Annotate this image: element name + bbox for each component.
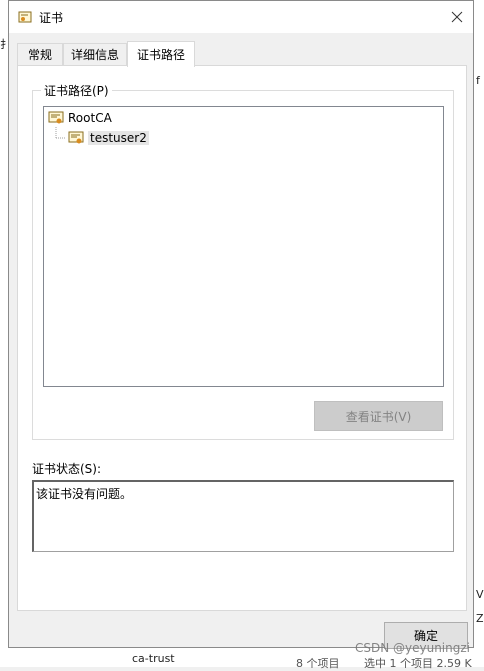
background-folder-label: ca-trust [132, 652, 175, 665]
certification-path-tree[interactable]: RootCA testuser2 [43, 106, 444, 387]
background-status-selected: 选中 1 个项目 2.59 K [364, 657, 472, 670]
close-button[interactable] [441, 1, 473, 33]
background-text: f [476, 74, 480, 87]
button-label: 查看证书(V) [345, 409, 412, 424]
tab-general[interactable]: 常规 [17, 43, 63, 65]
tree-node-label: testuser2 [88, 131, 149, 145]
background-window-right [474, 0, 484, 667]
tab-certification-path[interactable]: 证书路径 [127, 41, 195, 67]
certificate-status-textbox[interactable]: 该证书没有问题。 [32, 480, 454, 552]
background-text: Z [476, 612, 484, 625]
certificate-icon [48, 111, 64, 124]
tree-node-label: RootCA [68, 111, 112, 125]
certificate-dialog: 证书 常规 详细信息 证书路径 证书路径(P) RootCA testuser2… [8, 0, 474, 649]
background-window-left [0, 0, 8, 667]
certificate-icon [68, 131, 84, 144]
tab-panel: 证书路径(P) RootCA testuser2 查看证书(V) 证书状态(S)… [17, 65, 467, 611]
background-text: V [476, 588, 484, 601]
background-status-count: 8 个项目 [296, 657, 340, 670]
watermark: CSDN @yeyuningzi [354, 641, 470, 655]
close-icon [451, 11, 463, 23]
view-certificate-button[interactable]: 查看证书(V) [314, 401, 443, 431]
dialog-title: 证书 [39, 11, 64, 25]
tree-node-rootca[interactable]: RootCA [48, 109, 112, 127]
group-label: 证书路径(P) [41, 82, 112, 99]
certification-path-group: 证书路径(P) RootCA testuser2 查看证书(V) [32, 82, 454, 440]
tree-node-testuser2[interactable]: testuser2 [68, 129, 149, 147]
tab-label: 详细信息 [70, 48, 119, 62]
tab-label: 常规 [27, 48, 52, 62]
tab-label: 证书路径 [136, 48, 185, 62]
title-bar: 证书 [9, 1, 473, 33]
certificate-status-label: 证书状态(S): [32, 462, 102, 476]
certificate-status-text: 该证书没有问题。 [36, 487, 133, 501]
certificate-icon [18, 11, 32, 23]
tab-details[interactable]: 详细信息 [63, 43, 127, 65]
